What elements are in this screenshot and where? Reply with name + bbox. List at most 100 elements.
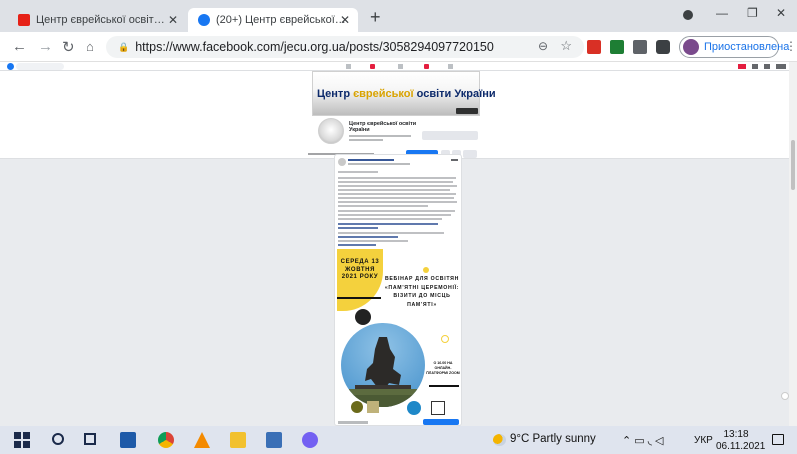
weather-text[interactable]: 9°C Partly sunny: [510, 433, 596, 445]
post-image-poster[interactable]: СЕРЕДА 13 ЖОВТНЯ 2021 РОКУ ВЕБІНАР ДЛЯ О…: [337, 249, 461, 421]
post-text-line: [338, 240, 408, 242]
poster-divider: [429, 385, 459, 387]
watch-nav-icon[interactable]: [398, 64, 403, 69]
browser-tab-2[interactable]: (20+) Центр єврейської освіти ✕: [188, 8, 358, 32]
follow-button[interactable]: [422, 131, 478, 140]
post-options-icon[interactable]: [451, 159, 458, 161]
viber-icon[interactable]: [302, 432, 318, 448]
youtube-favicon-icon: [18, 14, 30, 26]
new-tab-button[interactable]: +: [370, 7, 381, 28]
tab-search-icon[interactable]: [683, 10, 693, 20]
cover-title: Центр єврейської освіти України: [317, 88, 496, 100]
page-subtitle: [349, 139, 383, 141]
poster-decor-dot: [423, 267, 429, 273]
post-link-line[interactable]: [338, 223, 438, 225]
page-scrollbar[interactable]: [789, 62, 797, 426]
partner-logo: [431, 401, 445, 415]
post-author-name[interactable]: [348, 159, 394, 161]
facebook-top-bar: [0, 62, 797, 71]
facebook-page: Центр єврейської освіти України Центр єв…: [0, 62, 797, 426]
browser-toolbar: ← → ↻ ⌂ 🔒 https://www.facebook.com/jecu.…: [0, 32, 797, 62]
post-link-line[interactable]: [338, 244, 376, 246]
post-timestamp[interactable]: [348, 163, 410, 165]
clock-time: 13:18: [723, 429, 749, 440]
post-text-line: [338, 197, 454, 199]
clock-date: 06.11.2021: [716, 441, 766, 452]
mail-app-icon[interactable]: [120, 432, 136, 448]
more-button[interactable]: [463, 150, 477, 158]
pdf-extension-icon[interactable]: [587, 40, 601, 54]
system-tray-icons[interactable]: ⌃ ▭ ◟ ◁: [622, 434, 664, 447]
avatar: [683, 39, 699, 55]
reactions-bar[interactable]: [338, 421, 368, 424]
vlc-icon[interactable]: [194, 432, 210, 448]
post-text-line: [338, 232, 444, 234]
post-author-avatar[interactable]: [338, 158, 346, 166]
bookmark-star-icon[interactable]: ☆: [560, 38, 572, 54]
back-arrow-icon[interactable]: ←: [12, 38, 27, 55]
post-text-line: [338, 177, 456, 179]
minimize-button[interactable]: —: [716, 6, 728, 20]
post-link-line[interactable]: [338, 236, 398, 238]
post-link-line[interactable]: [338, 227, 378, 229]
maximize-button[interactable]: ❐: [747, 6, 758, 20]
cover-edit-button[interactable]: [456, 108, 478, 114]
close-tab-icon[interactable]: ✕: [168, 13, 178, 27]
home-nav-icon[interactable]: [346, 64, 351, 69]
poster-decor-dot: [355, 309, 371, 325]
scrollbar-thumb[interactable]: [791, 140, 795, 190]
weather-icon[interactable]: [493, 434, 506, 446]
reload-icon[interactable]: ↻: [62, 38, 75, 56]
file-explorer-icon[interactable]: [230, 432, 246, 448]
post-text-line: [338, 171, 378, 173]
zoom-icon[interactable]: ⊖: [538, 39, 548, 53]
forward-arrow-icon[interactable]: →: [38, 38, 53, 55]
close-tab-icon[interactable]: ✕: [340, 13, 350, 27]
extension-icon[interactable]: [633, 40, 647, 54]
url-text: https://www.facebook.com/jecu.org.ua/pos…: [135, 40, 494, 54]
poster-title: ВЕБІНАР ДЛЯ ОСВІТЯН «ПАМ'ЯТНІ ЦЕРЕМОНІЇ:…: [384, 276, 460, 308]
clock[interactable]: 13:18 06.11.2021: [716, 429, 766, 453]
page-avatar[interactable]: [318, 118, 344, 144]
poster-zoom-note: О 16.00 НА ОНЛАЙН-ПЛАТФОРМІ ZOOM: [426, 361, 460, 375]
chat-close-icon[interactable]: [781, 392, 789, 400]
menu-kebab-icon[interactable]: ⋮: [785, 39, 797, 53]
page-name: Центр єврейської освіти України: [349, 121, 417, 133]
account-controls[interactable]: [738, 64, 786, 69]
post-text-line: [338, 218, 442, 220]
cover-title-part: освіти: [413, 88, 455, 100]
facebook-favicon-icon: [198, 14, 210, 26]
notifications-icon[interactable]: [772, 434, 784, 445]
send-message-button[interactable]: [423, 419, 459, 425]
post-card: СЕРЕДА 13 ЖОВТНЯ 2021 РОКУ ВЕБІНАР ДЛЯ О…: [334, 154, 462, 426]
puzzle-extensions-icon[interactable]: [656, 40, 670, 54]
windows-start-icon[interactable]: [14, 432, 30, 448]
search-icon[interactable]: [52, 433, 64, 445]
profile-button[interactable]: Приостановлена: [679, 36, 789, 58]
post-text-line: [338, 189, 450, 191]
cover-title-part: України: [454, 88, 496, 100]
address-bar[interactable]: 🔒 https://www.facebook.com/jecu.org.ua/p…: [106, 36, 584, 58]
post-text-line: [338, 193, 456, 195]
post-text-line: [338, 185, 457, 187]
page-subtitle: [349, 135, 411, 137]
browser-tab-strip: Центр єврейської освіти Украї ✕ (20+) Це…: [0, 0, 797, 32]
input-language[interactable]: УКР: [694, 435, 713, 446]
groups-nav-icon[interactable]: [424, 64, 429, 69]
tab-title: (20+) Центр єврейської освіти: [216, 14, 346, 26]
cover-photo[interactable]: Центр єврейської освіти України: [312, 71, 496, 116]
chrome-icon[interactable]: [158, 432, 174, 448]
menu-nav-icon[interactable]: [448, 64, 453, 69]
facebook-search-input[interactable]: [16, 63, 64, 70]
facebook-logo-icon[interactable]: [7, 63, 14, 70]
browser-tab-1[interactable]: Центр єврейської освіти Украї ✕: [8, 8, 186, 32]
close-window-button[interactable]: ✕: [776, 6, 786, 20]
partner-logo: [407, 401, 421, 415]
tab-title: Центр єврейської освіти Украї: [36, 14, 166, 26]
notes-app-icon[interactable]: [266, 432, 282, 448]
home-icon[interactable]: ⌂: [86, 39, 94, 54]
poster-date: СЕРЕДА 13 ЖОВТНЯ 2021 РОКУ: [340, 259, 380, 280]
task-view-icon[interactable]: [84, 433, 96, 445]
sheets-extension-icon[interactable]: [610, 40, 624, 54]
pages-nav-icon[interactable]: [370, 64, 375, 69]
